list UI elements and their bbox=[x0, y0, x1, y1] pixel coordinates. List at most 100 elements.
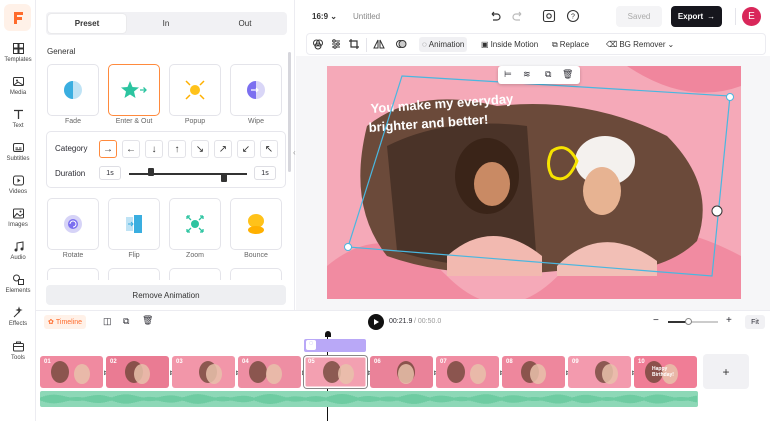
crop-icon[interactable] bbox=[348, 38, 360, 50]
inside-motion-button[interactable]: ▣ Inside Motion bbox=[481, 37, 538, 52]
duration-slider-handle-end[interactable] bbox=[221, 174, 227, 182]
trash-icon[interactable]: 🗑 bbox=[562, 69, 573, 80]
saved-button[interactable]: Saved bbox=[616, 6, 662, 27]
playhead-handle[interactable] bbox=[325, 331, 331, 337]
rail-item-elements[interactable]: Elements bbox=[0, 273, 36, 305]
left-rail: Templates Media Text Subtitles Videos Images A… bbox=[0, 0, 36, 421]
play-button[interactable] bbox=[368, 314, 384, 330]
undo-icon[interactable] bbox=[488, 10, 501, 23]
scene-photo: You make my everyday brighter and better… bbox=[327, 66, 741, 299]
timeline-clip[interactable]: 08 bbox=[502, 356, 565, 388]
direction-arrow-button[interactable]: ↘ bbox=[191, 140, 209, 158]
zoom-out-icon[interactable]: − bbox=[653, 315, 659, 326]
rail-item-tools[interactable]: Tools bbox=[0, 340, 36, 372]
zoom-slider[interactable] bbox=[668, 321, 718, 323]
resize-handle[interactable] bbox=[344, 243, 352, 251]
duplicate-icon[interactable]: ⧉ bbox=[545, 69, 551, 80]
zoom-in-icon[interactable]: + bbox=[726, 315, 732, 326]
animation-button[interactable]: ◌ Animation bbox=[419, 37, 468, 52]
effect-wipe[interactable] bbox=[230, 64, 282, 116]
resize-handle[interactable] bbox=[726, 93, 734, 101]
help-icon[interactable]: ? bbox=[566, 9, 580, 23]
rail-item-templates[interactable]: Templates bbox=[0, 42, 36, 74]
add-clip-button[interactable]: + bbox=[703, 354, 749, 389]
timeline-clip[interactable]: 09 bbox=[568, 356, 631, 388]
rail-item-text[interactable]: Text bbox=[0, 108, 36, 140]
timeline-clip[interactable]: 06 bbox=[370, 356, 433, 388]
rail-item-label: Images bbox=[8, 222, 28, 228]
effect-enter-out[interactable] bbox=[108, 64, 160, 116]
copy-icon[interactable]: ⧉ bbox=[123, 316, 129, 327]
duration-slider-track[interactable] bbox=[129, 173, 247, 175]
effect-card-partial bbox=[230, 268, 282, 280]
direction-arrow-button[interactable]: ↓ bbox=[145, 140, 163, 158]
fit-button[interactable]: Fit bbox=[745, 315, 765, 329]
direction-arrow-button[interactable]: ↗ bbox=[214, 140, 232, 158]
flip-icon bbox=[126, 215, 142, 233]
direction-arrow-button[interactable]: ← bbox=[122, 140, 140, 158]
rail-item-subtitles[interactable]: Subtitles bbox=[0, 141, 36, 173]
clip-number: 08 bbox=[506, 359, 513, 365]
duration-end-input[interactable]: 1s bbox=[254, 166, 276, 180]
chevron-down-icon: ⌄ bbox=[667, 40, 675, 49]
timeline-tab[interactable]: ✿ Timeline bbox=[44, 315, 87, 329]
project-title[interactable]: Untitled bbox=[353, 12, 380, 21]
rail-item-videos[interactable]: Videos bbox=[0, 174, 36, 206]
tab-out[interactable]: Out bbox=[206, 14, 284, 33]
export-label: Export bbox=[677, 12, 704, 21]
adjust-icon[interactable] bbox=[330, 38, 342, 50]
mask-icon[interactable] bbox=[395, 38, 407, 50]
duration-start-input[interactable]: 1s bbox=[99, 166, 121, 180]
total-time: / 00:50.0 bbox=[414, 318, 442, 325]
flip-horizontal-icon[interactable] bbox=[373, 38, 385, 50]
remove-animation-button[interactable]: Remove Animation bbox=[46, 285, 286, 305]
timeline-clip[interactable]: 02 bbox=[106, 356, 169, 388]
tab-in[interactable]: In bbox=[127, 14, 205, 33]
preview-icon[interactable] bbox=[542, 9, 556, 23]
aspect-ratio-select[interactable]: 16:9 ⌄ bbox=[312, 12, 337, 21]
timeline-clip[interactable]: 01 bbox=[40, 356, 103, 388]
direction-arrow-button[interactable]: → bbox=[99, 140, 117, 158]
bg-remover-button[interactable]: ⌫ BG Remover ⌄ bbox=[606, 37, 674, 52]
duration-slider-handle-start[interactable] bbox=[148, 168, 154, 176]
align-icon[interactable]: ⊨ bbox=[504, 69, 512, 80]
rail-item-images[interactable]: Images bbox=[0, 207, 36, 239]
direction-arrow-button[interactable]: ↙ bbox=[237, 140, 255, 158]
timeline-clip[interactable]: 04 bbox=[238, 356, 301, 388]
play-icon bbox=[374, 319, 379, 325]
timeline-clip[interactable]: 05 bbox=[304, 356, 367, 388]
tab-preset[interactable]: Preset bbox=[48, 14, 126, 33]
replace-button[interactable]: ⧉ Replace bbox=[552, 37, 589, 52]
effect-bounce[interactable] bbox=[230, 198, 282, 250]
effect-settings: Category → ← ↓ ↑ ↘ ↗ ↙ ↖ Duration 1s 1s bbox=[46, 131, 286, 188]
timeline-clip[interactable]: 03 bbox=[172, 356, 235, 388]
timeline-clip[interactable]: 10 Happy Birthday! bbox=[634, 356, 697, 388]
redo-icon[interactable] bbox=[512, 10, 525, 23]
rail-item-effects[interactable]: Effects bbox=[0, 306, 36, 338]
direction-arrow-button[interactable]: ↑ bbox=[168, 140, 186, 158]
layers-icon[interactable]: ≋ bbox=[523, 69, 531, 80]
panel-scrollbar[interactable] bbox=[288, 52, 291, 172]
zoom-slider-handle[interactable] bbox=[685, 318, 692, 325]
effect-rotate[interactable] bbox=[47, 198, 99, 250]
effect-flip[interactable] bbox=[108, 198, 160, 250]
audio-track[interactable] bbox=[40, 391, 698, 407]
split-icon[interactable]: ◫ bbox=[103, 316, 112, 327]
effect-fade[interactable] bbox=[47, 64, 99, 116]
rail-item-audio[interactable]: Audio bbox=[0, 240, 36, 272]
effect-popup[interactable] bbox=[169, 64, 221, 116]
rail-item-media[interactable]: Media bbox=[0, 75, 36, 107]
rail-item-label: Videos bbox=[8, 189, 28, 195]
timeline-clip[interactable]: 07 bbox=[436, 356, 499, 388]
direction-arrow-button[interactable]: ↖ bbox=[260, 140, 278, 158]
video-canvas[interactable]: You make my everyday brighter and better… bbox=[327, 66, 741, 299]
effect-zoom[interactable] bbox=[169, 198, 221, 250]
user-avatar[interactable]: E bbox=[742, 7, 761, 26]
animation-track-bar[interactable]: ◌ bbox=[304, 339, 366, 352]
rotate-handle-icon[interactable] bbox=[711, 205, 723, 217]
export-button[interactable]: Export → bbox=[671, 6, 722, 27]
delete-icon[interactable]: 🗑 bbox=[142, 315, 153, 326]
app-logo[interactable] bbox=[4, 4, 31, 31]
subtitles-icon bbox=[12, 143, 24, 152]
blend-icon[interactable] bbox=[312, 38, 324, 50]
